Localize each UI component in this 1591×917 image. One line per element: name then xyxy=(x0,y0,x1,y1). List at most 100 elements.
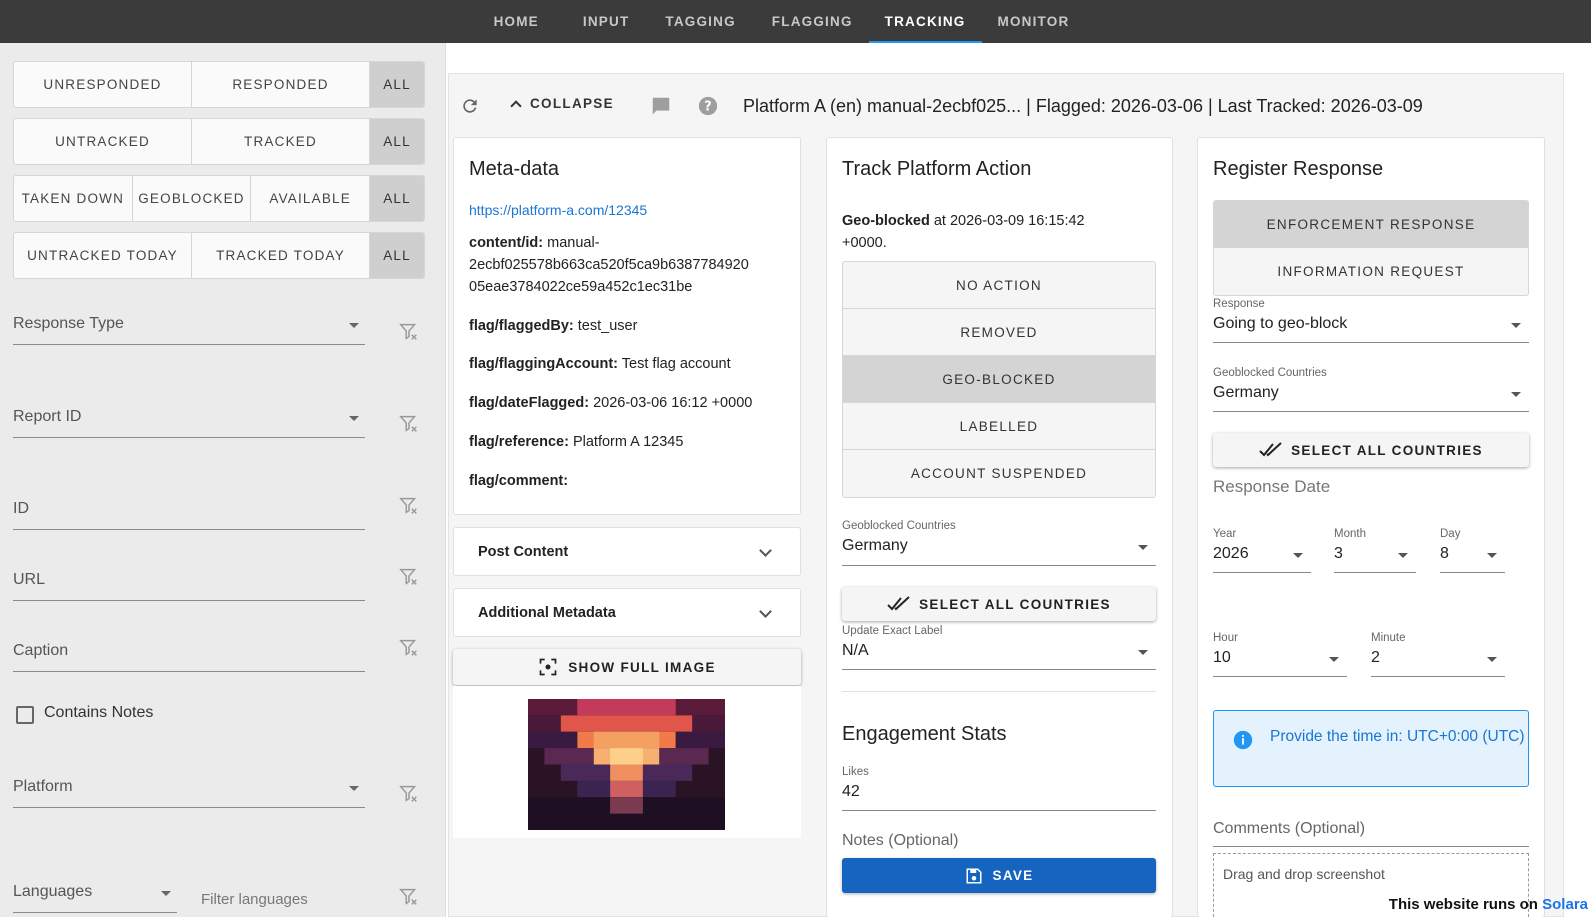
clear-filter-icon[interactable] xyxy=(398,566,420,588)
engagement-stats-heading: Engagement Stats xyxy=(842,723,1007,745)
platform-select[interactable]: Platform xyxy=(13,772,365,808)
post-content-label: Post Content xyxy=(478,543,569,560)
hour-select[interactable]: Hour 10 xyxy=(1213,632,1347,677)
tab-tagging[interactable]: TAGGING xyxy=(645,0,755,43)
account-suspended-button[interactable]: ACCOUNT SUSPENDED xyxy=(843,450,1155,497)
tracking-status-time: at 2026-03-09 16:15:42 xyxy=(933,213,1085,229)
tab-flagging[interactable]: FLAGGING xyxy=(756,0,869,43)
dropdown-arrow-icon xyxy=(1487,657,1497,662)
content-link[interactable]: https://platform-a.com/12345 xyxy=(469,202,647,218)
day-select[interactable]: Day 8 xyxy=(1440,528,1505,573)
response-select[interactable]: Response Going to geo-block xyxy=(1213,298,1529,343)
clear-filter-icon[interactable] xyxy=(398,886,420,908)
tab-monitor[interactable]: MONITOR xyxy=(982,0,1086,43)
show-full-image-button[interactable]: SHOW FULL IMAGE xyxy=(453,649,801,685)
likes-input[interactable]: Likes 42 xyxy=(842,766,1156,811)
languages-select[interactable]: Languages xyxy=(13,877,177,913)
today-toggle: UNTRACKED TODAY TRACKED TODAY ALL xyxy=(13,232,425,279)
save-button[interactable]: SAVE xyxy=(842,858,1156,893)
information-request-button[interactable]: INFORMATION REQUEST xyxy=(1214,248,1528,295)
comments-input[interactable]: Comments (Optional) xyxy=(1213,820,1529,847)
minute-select[interactable]: Minute 2 xyxy=(1371,632,1505,677)
hour-value: 10 xyxy=(1213,649,1231,666)
tracking-status-bold: Geo-blocked xyxy=(842,213,930,229)
post-content-accordion[interactable]: Post Content xyxy=(453,527,801,576)
year-select[interactable]: Year 2026 xyxy=(1213,528,1311,573)
tab-input[interactable]: INPUT xyxy=(567,0,646,43)
contains-notes-checkbox[interactable] xyxy=(16,706,34,724)
report-id-select[interactable]: Report ID xyxy=(13,402,365,438)
caption-input[interactable]: Caption xyxy=(13,636,365,672)
track-select-all-countries-button[interactable]: SELECT ALL COUNTRIES xyxy=(842,587,1156,621)
unresponded-button[interactable]: UNRESPONDED xyxy=(14,62,192,107)
response-type-label: Response Type xyxy=(13,315,124,332)
post-image[interactable] xyxy=(528,699,725,830)
register-select-all-countries-button[interactable]: SELECT ALL COUNTRIES xyxy=(1213,433,1529,467)
tab-tracking[interactable]: TRACKING xyxy=(868,0,982,43)
content-id-value-2: 2ecbf025578b663ca520f5ca9b6387784920 xyxy=(469,257,749,273)
track-action-heading: Track Platform Action xyxy=(842,158,1032,180)
notes-field-label[interactable]: Notes (Optional) xyxy=(842,832,959,850)
responded-button[interactable]: RESPONDED xyxy=(192,62,370,107)
tracking-status-tz: +0000. xyxy=(842,235,887,251)
refresh-icon[interactable] xyxy=(460,96,480,116)
solara-link[interactable]: Solara xyxy=(1542,896,1588,913)
availability-toggle: TAKEN DOWN GEOBLOCKED AVAILABLE ALL xyxy=(13,175,425,222)
available-button[interactable]: AVAILABLE xyxy=(251,176,371,221)
clear-filter-icon[interactable] xyxy=(398,413,420,435)
month-select[interactable]: Month 3 xyxy=(1334,528,1416,573)
id-input[interactable]: ID xyxy=(13,494,365,530)
url-label: URL xyxy=(13,571,46,588)
taken-down-button[interactable]: TAKEN DOWN xyxy=(14,176,133,221)
url-input[interactable]: URL xyxy=(13,565,365,601)
register-geoblocked-countries-value: Germany xyxy=(1213,384,1279,401)
timezone-info-text: Provide the time in: UTC+0:00 (UTC) xyxy=(1270,728,1525,745)
tab-home[interactable]: HOME xyxy=(466,0,567,43)
platform-action-group: NO ACTION REMOVED GEO-BLOCKED LABELLED A… xyxy=(842,261,1156,498)
geoblocked-button[interactable]: GEOBLOCKED xyxy=(133,176,252,221)
content-id-value-3: 05eae3784022ce59a452c1ec31be xyxy=(469,279,693,295)
no-action-button[interactable]: NO ACTION xyxy=(843,262,1155,309)
clear-filter-icon[interactable] xyxy=(398,637,420,659)
tracked-today-button[interactable]: TRACKED TODAY xyxy=(192,233,370,278)
dropdown-arrow-icon xyxy=(1138,545,1148,550)
all-today-button[interactable]: ALL xyxy=(370,233,424,278)
chevron-up-icon xyxy=(510,100,522,112)
solara-footer: This website runs on Solara xyxy=(1389,896,1588,913)
help-icon[interactable]: ? xyxy=(697,95,719,117)
flagging-account-value: Test flag account xyxy=(621,356,731,372)
enforcement-response-button[interactable]: ENFORCEMENT RESPONSE xyxy=(1214,201,1528,248)
untracked-button[interactable]: UNTRACKED xyxy=(14,119,192,164)
dropzone-label: Drag and drop screenshot xyxy=(1223,866,1385,882)
response-type-select[interactable]: Response Type xyxy=(13,309,365,345)
labelled-button[interactable]: LABELLED xyxy=(843,403,1155,450)
comments-label: Comments (Optional) xyxy=(1213,820,1366,837)
month-value: 3 xyxy=(1334,545,1343,562)
dropdown-arrow-icon xyxy=(349,416,359,421)
comment-icon[interactable] xyxy=(650,95,672,117)
item-summary-title: Platform A (en) manual-2ecbf025... | Fla… xyxy=(743,96,1423,116)
collapse-button[interactable]: COLLAPSE xyxy=(510,96,614,112)
tracked-status-toggle: UNTRACKED TRACKED ALL xyxy=(13,118,425,165)
untracked-today-button[interactable]: UNTRACKED TODAY xyxy=(14,233,192,278)
comment-row: flag/comment: xyxy=(469,470,779,492)
removed-button[interactable]: REMOVED xyxy=(843,309,1155,356)
exact-label-select[interactable]: Update Exact Label N/A xyxy=(842,625,1156,670)
clear-filter-icon[interactable] xyxy=(398,783,420,805)
flagged-by-row: flag/flaggedBy: test_user xyxy=(469,315,779,337)
track-geoblocked-countries-select[interactable]: Geoblocked Countries Germany xyxy=(842,520,1156,566)
flagging-account-key: flag/flaggingAccount: xyxy=(469,356,619,372)
tracked-button[interactable]: TRACKED xyxy=(192,119,370,164)
additional-metadata-label: Additional Metadata xyxy=(478,604,616,621)
all-tracked-button[interactable]: ALL xyxy=(370,119,424,164)
clear-filter-icon[interactable] xyxy=(398,495,420,517)
geo-blocked-button[interactable]: GEO-BLOCKED xyxy=(843,356,1155,403)
all-availability-button[interactable]: ALL xyxy=(370,176,424,221)
response-label: Response xyxy=(1213,298,1265,310)
filter-languages-input[interactable]: Filter languages xyxy=(201,885,371,917)
register-geoblocked-countries-select[interactable]: Geoblocked Countries Germany xyxy=(1213,367,1529,412)
all-response-button[interactable]: ALL xyxy=(370,62,424,107)
clear-filter-icon[interactable] xyxy=(398,321,420,343)
additional-metadata-accordion[interactable]: Additional Metadata xyxy=(453,588,801,637)
track-geoblocked-countries-value: Germany xyxy=(842,537,908,554)
